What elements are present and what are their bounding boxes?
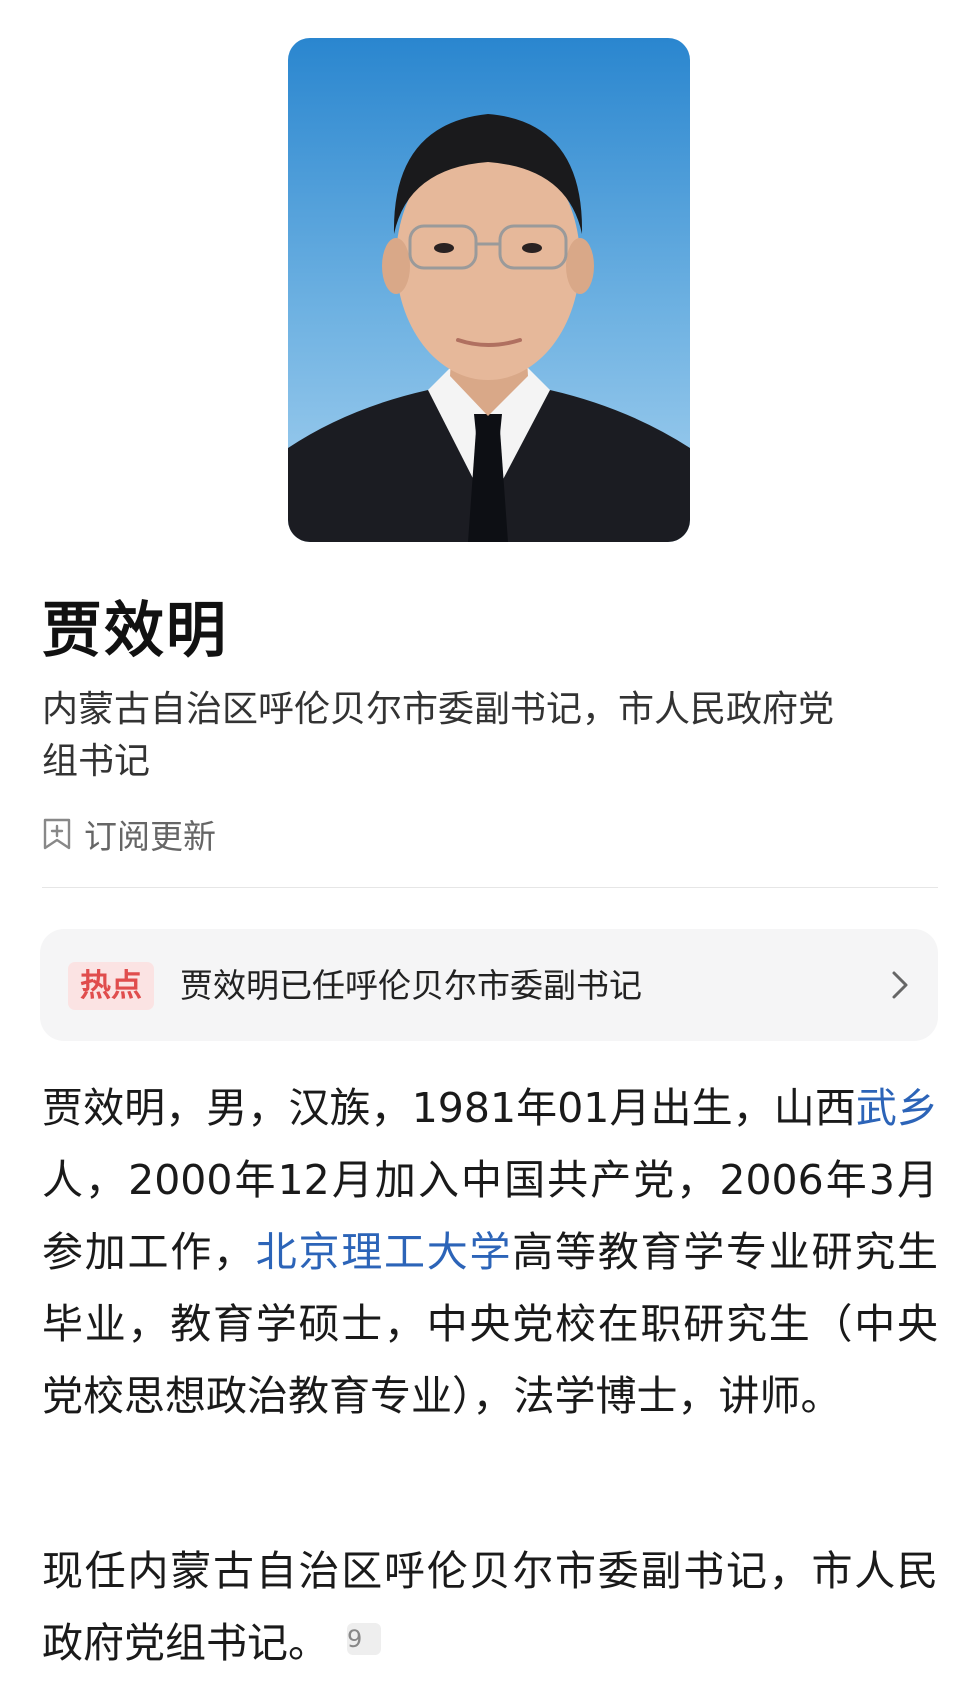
chevron-right-icon <box>892 971 908 999</box>
portrait-photo <box>288 38 690 542</box>
link-bit-university[interactable]: 北京理工大学 <box>256 1228 513 1276</box>
person-name: 贾效明 <box>42 596 228 666</box>
person-title: 内蒙古自治区呼伦贝尔市委副书记，市人民政府党 组书记 <box>42 684 922 788</box>
subscribe-button[interactable]: 订阅更新 <box>42 810 216 858</box>
bookmark-plus-icon <box>43 818 71 850</box>
bio-text: 贾效明，男，汉族，1981年01月出生，山西 <box>42 1084 856 1132</box>
hot-badge: 热点 <box>68 962 154 1010</box>
subscribe-label: 订阅更新 <box>84 817 216 856</box>
hot-news-text: 贾效明已任呼伦贝尔市委副书记 <box>180 966 642 1005</box>
hot-news-card[interactable]: 热点 贾效明已任呼伦贝尔市委副书记 <box>40 929 938 1041</box>
link-wuxiang[interactable]: 武乡 <box>856 1084 938 1132</box>
title-line: 组书记 <box>42 741 151 782</box>
divider <box>42 887 938 888</box>
title-line: 内蒙古自治区呼伦贝尔市委副书记，市人民政府党 <box>42 689 835 730</box>
reference-badge[interactable]: 9 <box>347 1623 381 1655</box>
bio-paragraph-current: 现任内蒙古自治区呼伦贝尔市委副书记，市人民政府党组书记。 9 <box>42 1535 938 1679</box>
bio-text: 现任内蒙古自治区呼伦贝尔市委副书记，市人民政府党组书记。 <box>42 1547 938 1667</box>
bio-paragraph: 贾效明，男，汉族，1981年01月出生，山西武乡人，2000年12月加入中国共产… <box>42 1072 938 1432</box>
profile-photo[interactable] <box>288 38 690 542</box>
